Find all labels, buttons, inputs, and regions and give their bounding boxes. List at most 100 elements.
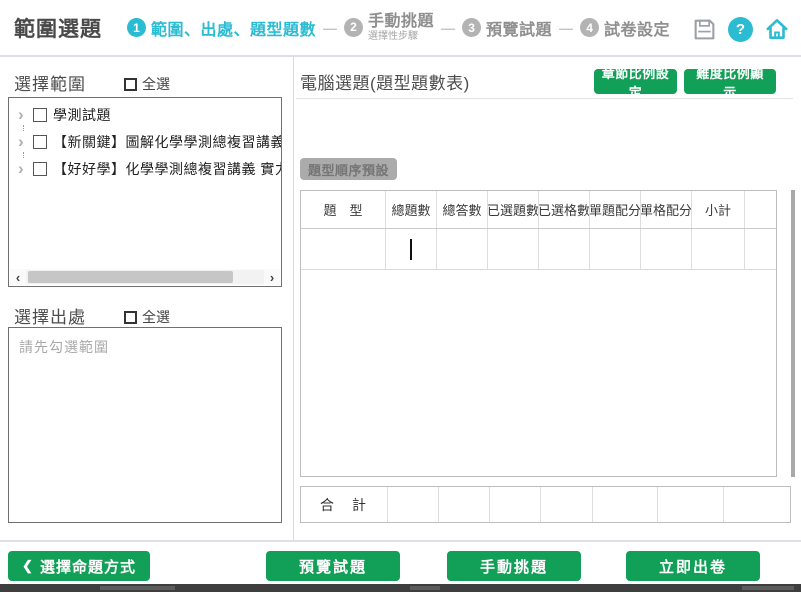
step-4-label: 試卷設定 <box>604 16 670 40</box>
step-2-label: 手動挑題 <box>368 13 434 31</box>
step-4-paper-settings[interactable]: 4 試卷設定 <box>580 16 670 40</box>
expand-chevron-icon[interactable]: › <box>18 106 27 123</box>
header-subtotal: 小計 <box>692 191 745 228</box>
table-input-cell[interactable] <box>745 229 776 269</box>
back-to-method-button[interactable]: ❮ 選擇命題方式 <box>8 551 150 581</box>
step-4-number: 4 <box>580 18 599 37</box>
step-2-manual-pick[interactable]: 2 手動挑題 選擇性步驟 <box>344 13 434 43</box>
step-1-range[interactable]: 1 範圍、出處、題型題數 <box>127 16 316 40</box>
table-input-cell[interactable] <box>301 229 386 269</box>
source-placeholder-text: 請先勾選範圍 <box>19 337 271 357</box>
source-select-all-checkbox[interactable] <box>124 311 137 324</box>
scroll-right-arrow[interactable]: › <box>264 269 280 285</box>
chapter-ratio-button[interactable]: 章節比例設定 <box>594 69 677 94</box>
back-button-label: 選擇命題方式 <box>40 556 136 577</box>
table-header-row: 題 型 總題數 總答數 已選題數 已選格數 單題配分 單格配分 小計 <box>301 191 776 229</box>
header-points-per-question: 單題配分 <box>590 191 641 228</box>
tree-item-label: 【新關鍵】圖解化學學測總複習講義 隨堂 <box>53 132 281 152</box>
tree-item-exam-questions[interactable]: › 學測試題 <box>9 104 281 125</box>
source-section-title: 選擇出處 <box>14 303 86 328</box>
range-select-all[interactable]: 全選 <box>124 74 170 94</box>
chevron-left-icon: ❮ <box>22 558 34 574</box>
source-listbox[interactable]: 請先勾選範圍 <box>8 327 282 523</box>
scrollbar-track[interactable] <box>26 270 264 284</box>
tree-item-label: 【好好學】化學學測總複習講義 實力評量 <box>53 159 281 179</box>
range-select-all-label: 全選 <box>142 74 170 94</box>
header-empty <box>745 191 776 228</box>
header-points-per-blank: 單格配分 <box>641 191 692 228</box>
table-input-cell[interactable] <box>437 229 488 269</box>
range-section-title: 選擇範圍 <box>14 70 86 95</box>
expand-chevron-icon[interactable]: › <box>18 133 27 150</box>
wizard-stepper: 1 範圍、出處、題型題數 — 2 手動挑題 選擇性步驟 — 3 預覽試題 — 4… <box>127 0 670 55</box>
tree-item-checkbox[interactable] <box>33 135 47 149</box>
manual-pick-button[interactable]: 手動挑題 <box>447 551 581 581</box>
header-icons: ? <box>691 16 790 42</box>
table-input-cell[interactable] <box>641 229 692 269</box>
step-3-label: 預覽試題 <box>486 16 552 40</box>
step-3-number: 3 <box>462 18 481 37</box>
footer-divider <box>0 540 801 542</box>
table-input-cell[interactable] <box>692 229 745 269</box>
step-1-label: 範圍、出處、題型題數 <box>151 16 316 40</box>
scrollbar-thumb[interactable] <box>28 271 233 283</box>
header-selected-questions: 已選題數 <box>488 191 539 228</box>
table-input-cell[interactable] <box>539 229 590 269</box>
step-separator: — <box>441 20 455 36</box>
total-row: 合 計 <box>300 486 791 523</box>
home-icon[interactable] <box>764 16 790 42</box>
header-selected-blanks: 已選格數 <box>539 191 590 228</box>
source-select-all-label: 全選 <box>142 307 170 327</box>
total-cell <box>593 487 658 522</box>
header-bar: 範圍選題 1 範圍、出處、題型題數 — 2 手動挑題 選擇性步驟 — 3 預覽試… <box>0 0 801 57</box>
step-separator: — <box>323 20 337 36</box>
scroll-left-arrow[interactable]: ‹ <box>10 269 26 285</box>
horizontal-scrollbar[interactable]: ‹ › <box>10 269 280 285</box>
preview-questions-button[interactable]: 預覽試題 <box>266 551 400 581</box>
section-divider <box>296 98 793 99</box>
generate-paper-button[interactable]: 立即出卷 <box>626 551 760 581</box>
table-input-cell[interactable] <box>590 229 641 269</box>
range-tree-listbox[interactable]: › 學測試題 › 【新關鍵】圖解化學學測總複習講義 隨堂 › 【好好學】化學學測… <box>8 97 282 287</box>
header-total-answers: 總答數 <box>437 191 488 228</box>
total-cell <box>490 487 541 522</box>
difficulty-ratio-button[interactable]: 難度比例顯示 <box>684 69 776 94</box>
panel-divider <box>293 57 294 540</box>
text-caret <box>410 239 412 260</box>
tree-item-checkbox[interactable] <box>33 108 47 122</box>
total-label: 合 計 <box>301 487 388 522</box>
header-question-type: 題 型 <box>301 191 386 228</box>
step-2-number: 2 <box>344 18 363 37</box>
total-cell <box>658 487 724 522</box>
question-type-table: 題 型 總題數 總答數 已選題數 已選格數 單題配分 單格配分 小計 <box>300 190 777 477</box>
source-select-all[interactable]: 全選 <box>124 307 170 327</box>
table-scrollbar[interactable] <box>791 190 795 477</box>
range-select-all-checkbox[interactable] <box>124 78 137 91</box>
background-window-fragment <box>100 586 175 590</box>
tree-item-label: 學測試題 <box>53 105 111 125</box>
step-separator: — <box>559 20 573 36</box>
total-cell <box>541 487 593 522</box>
expand-chevron-icon[interactable]: › <box>18 160 27 177</box>
total-cell <box>439 487 490 522</box>
tree-item-good-study-book[interactable]: › 【好好學】化學學測總複習講義 實力評量 <box>9 158 281 179</box>
table-input-cell[interactable] <box>488 229 539 269</box>
total-cell <box>724 487 790 522</box>
step-2-subtitle: 選擇性步驟 <box>368 31 434 43</box>
tree-item-checkbox[interactable] <box>33 162 47 176</box>
step-3-preview[interactable]: 3 預覽試題 <box>462 16 552 40</box>
app-window: 範圍選題 1 範圍、出處、題型題數 — 2 手動挑題 選擇性步驟 — 3 預覽試… <box>0 0 801 592</box>
table-input-cell-active[interactable] <box>386 229 437 269</box>
type-order-preset-button[interactable]: 題型順序預設 <box>300 158 397 180</box>
total-cell <box>388 487 439 522</box>
background-window-fragment <box>742 586 794 590</box>
background-window-fragment <box>410 586 440 590</box>
range-tree: › 學測試題 › 【新關鍵】圖解化學學測總複習講義 隨堂 › 【好好學】化學學測… <box>9 98 281 179</box>
computer-select-title: 電腦選題(題型題數表) <box>300 69 470 94</box>
save-icon[interactable] <box>691 16 717 42</box>
header-total-questions: 總題數 <box>386 191 437 228</box>
table-row <box>301 229 776 270</box>
help-icon[interactable]: ? <box>728 17 753 42</box>
step-1-number: 1 <box>127 18 146 37</box>
tree-item-new-key-book[interactable]: › 【新關鍵】圖解化學學測總複習講義 隨堂 <box>9 131 281 152</box>
